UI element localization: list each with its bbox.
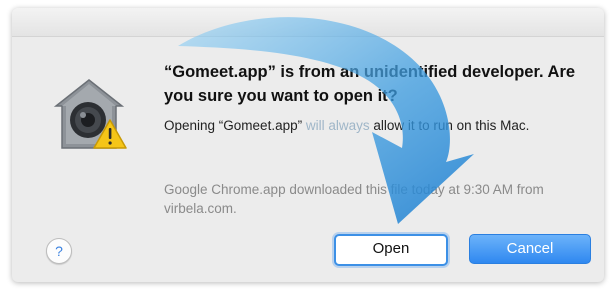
message-faded-text: will always	[302, 118, 370, 133]
dialog-titlebar	[12, 8, 604, 37]
gatekeeper-warning-icon	[53, 79, 127, 149]
cancel-button[interactable]: Cancel	[469, 234, 591, 264]
dialog-title: “Gomeet.app” is from an unidentified dev…	[164, 63, 576, 105]
dialog-message: Opening “Gomeet.app” will always allow i…	[164, 116, 574, 135]
download-source-text: Google Chrome.app downloaded this file t…	[164, 182, 544, 216]
open-button[interactable]: Open	[334, 234, 448, 266]
security-dialog: “Gomeet.app” is from an unidentified dev…	[12, 8, 604, 282]
message-suffix: allow it to run on this Mac.	[369, 118, 530, 133]
help-button[interactable]: ?	[46, 238, 72, 264]
message-app-name: “Gomeet.app”	[218, 118, 303, 133]
message-prefix: Opening	[164, 118, 219, 133]
